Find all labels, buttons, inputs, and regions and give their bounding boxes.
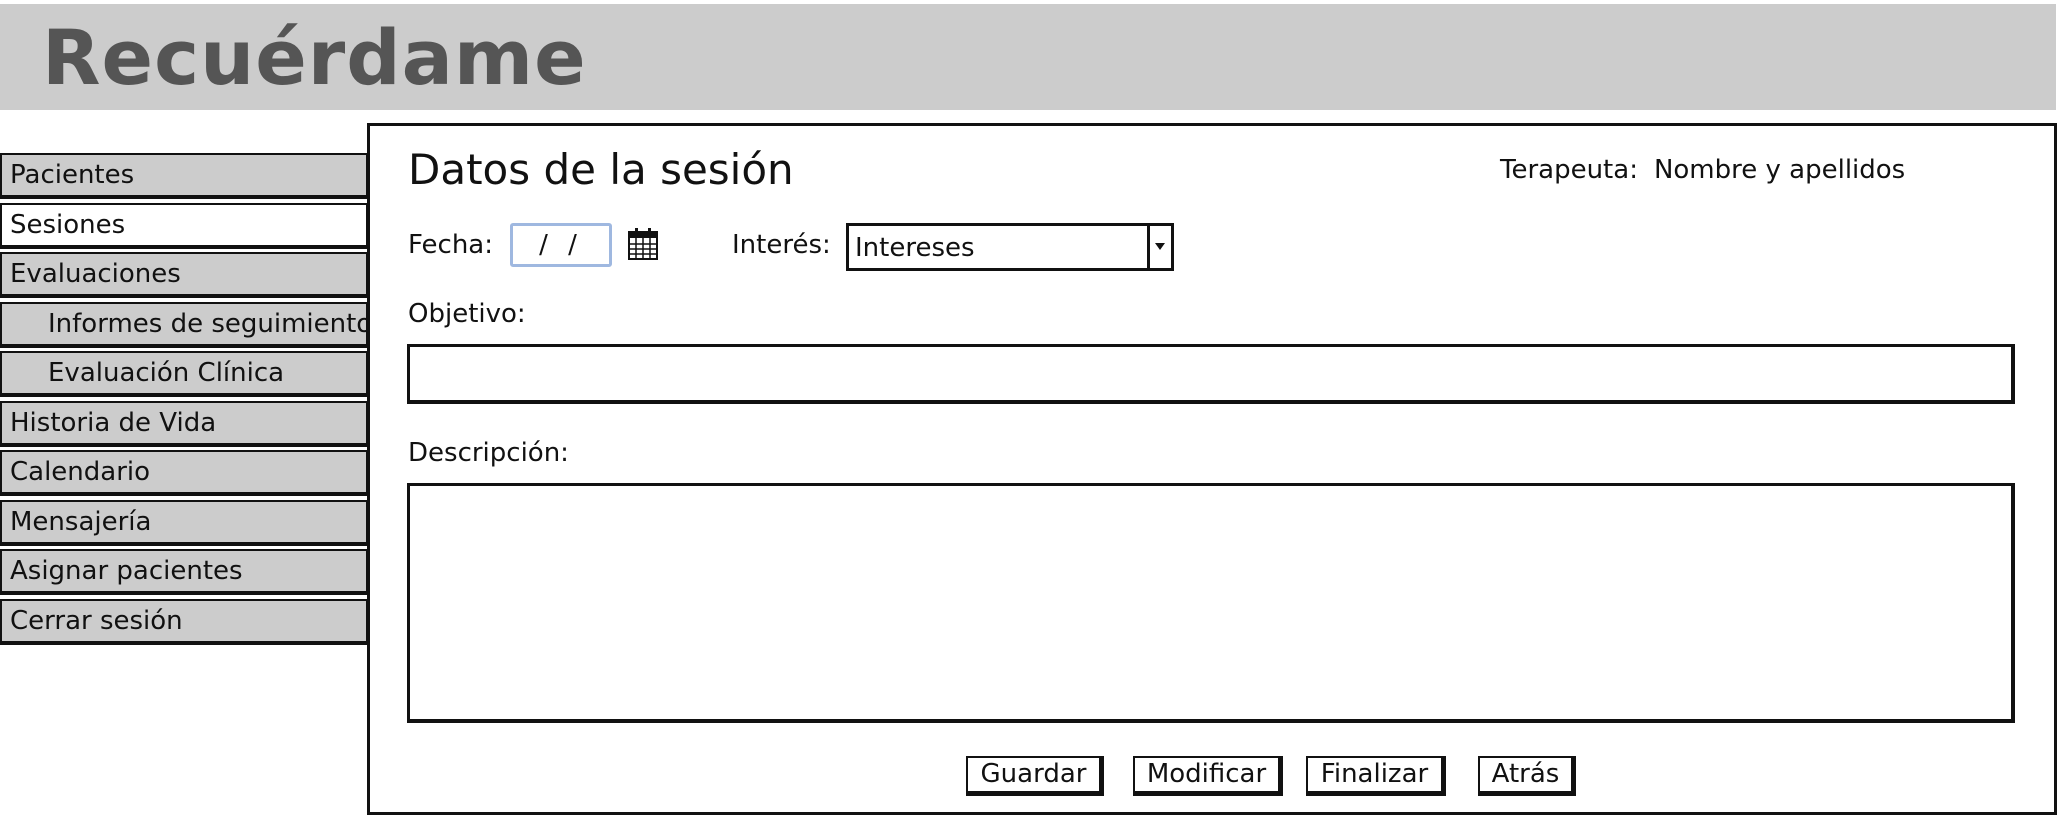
session-form-panel: Datos de la sesión Terapeuta: Nombre y ap…: [367, 123, 2057, 815]
therapist-info: Terapeuta: Nombre y apellidos: [1500, 152, 1905, 188]
sidebar-item-mensajeria[interactable]: Mensajería: [0, 499, 370, 546]
objective-label: Objetivo:: [408, 299, 526, 329]
sidebar-item-informes-de-seguimiento[interactable]: Informes de seguimiento: [0, 301, 372, 348]
interest-label: Interés:: [732, 230, 831, 260]
date-label: Fecha:: [408, 230, 493, 260]
chevron-down-icon[interactable]: [1147, 226, 1171, 268]
interest-select-value: Intereses: [855, 233, 975, 263]
app-header: Recuérdame: [0, 4, 2056, 110]
page-title: Datos de la sesión: [408, 145, 794, 194]
back-button[interactable]: Atrás: [1478, 756, 1576, 796]
calendar-icon[interactable]: [627, 227, 659, 261]
sidebar-item-historia-de-vida[interactable]: Historia de Vida: [0, 400, 370, 447]
description-label: Descripción:: [408, 438, 569, 468]
modify-button[interactable]: Modificar: [1133, 756, 1283, 796]
therapist-value: Nombre y apellidos: [1653, 155, 1906, 185]
sidebar-item-evaluacion-clinica[interactable]: Evaluación Clínica: [0, 351, 370, 397]
sidebar-item-sesiones[interactable]: Sesiones: [0, 202, 370, 249]
therapist-label: Terapeuta:: [1500, 155, 1638, 185]
finish-button[interactable]: Finalizar: [1306, 756, 1446, 796]
sidebar-item-asignar-pacientes[interactable]: Asignar pacientes: [0, 549, 370, 595]
sidebar-item-pacientes[interactable]: Pacientes: [0, 153, 370, 199]
save-button[interactable]: Guardar: [966, 756, 1104, 796]
sidebar-item-calendario[interactable]: Calendario: [0, 450, 370, 496]
app-window: Recuérdame Pacientes Sesiones Evaluacion…: [0, 0, 2060, 818]
sidebar: Pacientes Sesiones Evaluaciones Informes…: [0, 153, 372, 648]
app-title: Recuérdame: [42, 13, 587, 102]
objective-input[interactable]: [407, 344, 2015, 404]
date-input[interactable]: / /: [510, 223, 612, 267]
sidebar-item-cerrar-sesion[interactable]: Cerrar sesión: [0, 598, 370, 645]
sidebar-item-evaluaciones[interactable]: Evaluaciones: [0, 252, 370, 298]
interest-select[interactable]: Intereses: [846, 223, 1174, 271]
description-textarea[interactable]: [407, 483, 2015, 723]
